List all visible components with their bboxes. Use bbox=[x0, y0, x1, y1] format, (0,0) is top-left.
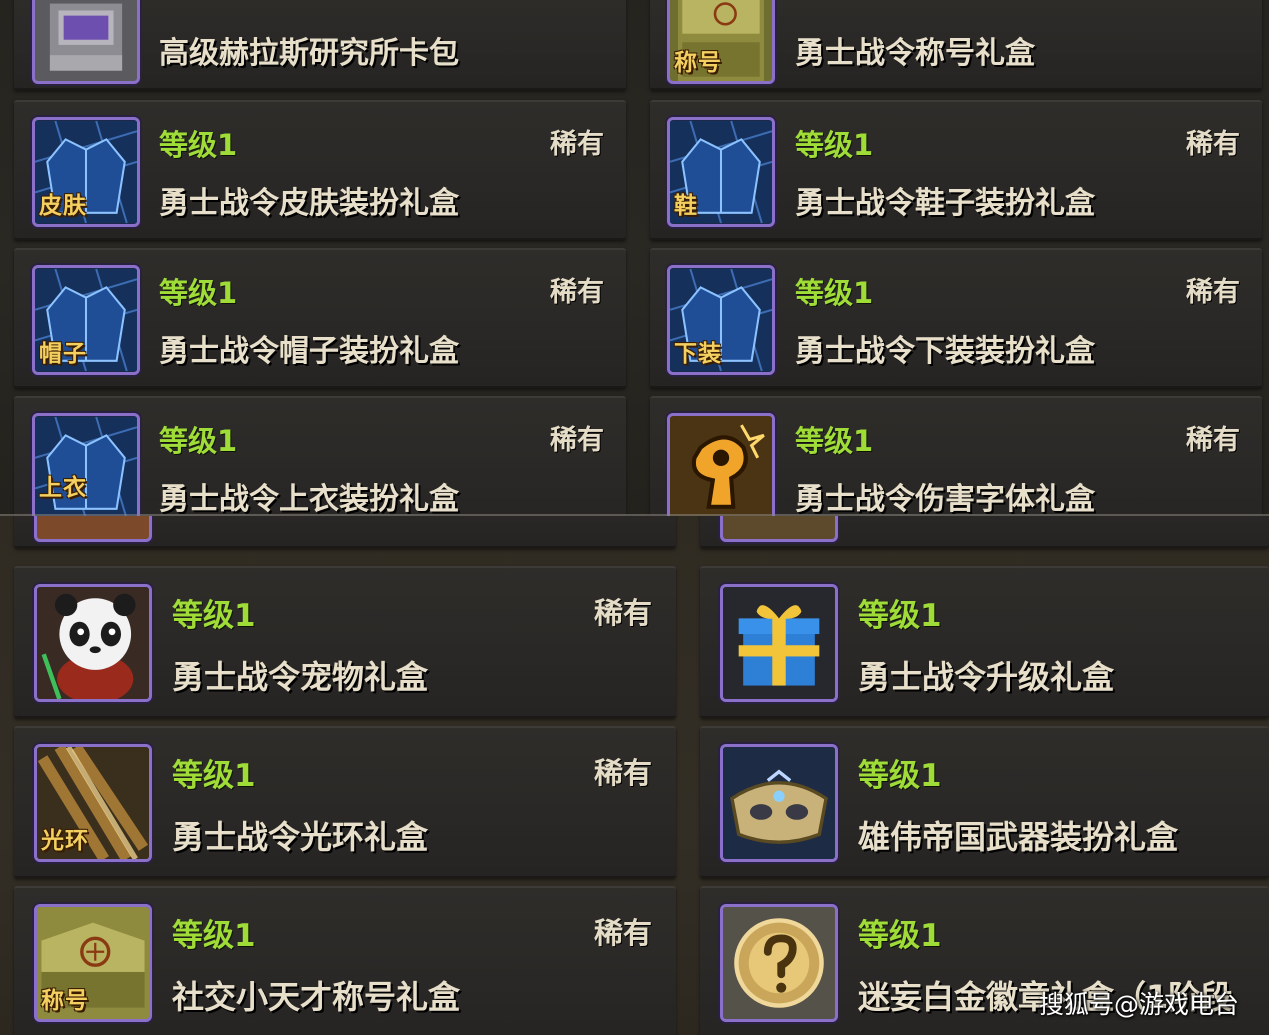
item-tag: 下装 bbox=[674, 341, 722, 367]
panda-pet-icon bbox=[34, 584, 152, 702]
item-icon bbox=[34, 516, 152, 542]
item-name: 勇士战令宠物礼盒 bbox=[172, 658, 429, 696]
reward-item-social-title[interactable]: 称号 等级1 稀有 社交小天才称号礼盒 bbox=[14, 886, 676, 1035]
costume-icon: 鞋 bbox=[667, 117, 775, 227]
question-mark-icon bbox=[720, 904, 838, 1022]
item-name: 勇士战令皮肤装扮礼盒 bbox=[159, 186, 459, 221]
costume-icon: 帽子 bbox=[32, 265, 140, 375]
reward-item-aura[interactable]: 光环 等级1 稀有 勇士战令光环礼盒 bbox=[14, 726, 676, 878]
reward-item-bottoms[interactable]: 下装 等级1 稀有 勇士战令下装装扮礼盒 bbox=[650, 248, 1262, 388]
item-level: 等级1 bbox=[858, 918, 942, 954]
title-box-icon: 称号 bbox=[34, 904, 152, 1022]
item-icon bbox=[720, 516, 838, 542]
reward-item-weapon-avatar[interactable]: 等级1 雄伟帝国武器装扮礼盒 bbox=[700, 726, 1269, 878]
item-rarity: 稀有 bbox=[550, 425, 604, 456]
item-level: 等级1 bbox=[795, 424, 874, 458]
item-tag: 帽子 bbox=[39, 341, 87, 367]
item-level: 等级1 bbox=[172, 598, 256, 634]
gift-box-icon bbox=[720, 584, 838, 702]
item-name: 勇士战令升级礼盒 bbox=[858, 658, 1115, 696]
item-level: 等级1 bbox=[159, 128, 238, 162]
item-name: 勇士战令光环礼盒 bbox=[172, 818, 429, 856]
item-level: 等级1 bbox=[858, 758, 942, 794]
card-pack-icon bbox=[32, 0, 140, 84]
costume-icon: 下装 bbox=[667, 265, 775, 375]
item-tag: 鞋 bbox=[674, 193, 698, 219]
reward-item-upgrade[interactable]: 等级1 勇士战令升级礼盒 bbox=[700, 566, 1269, 718]
reward-item-top[interactable]: 上衣 等级1 稀有 勇士战令上衣装扮礼盒 bbox=[14, 396, 626, 516]
item-level: 等级1 bbox=[159, 276, 238, 310]
item-rarity: 稀有 bbox=[1186, 129, 1240, 160]
item-rarity: 稀有 bbox=[594, 596, 653, 630]
damage-font-icon bbox=[667, 413, 775, 516]
item-name: 雄伟帝国武器装扮礼盒 bbox=[858, 818, 1179, 856]
item-level: 等级1 bbox=[795, 276, 874, 310]
item-name: 勇士战令下装装扮礼盒 bbox=[795, 334, 1095, 369]
item-name: 勇士战令伤害字体礼盒 bbox=[795, 482, 1095, 516]
item-rarity: 稀有 bbox=[550, 277, 604, 308]
reward-item-shoes[interactable]: 鞋 等级1 稀有 勇士战令鞋子装扮礼盒 bbox=[650, 100, 1262, 240]
item-name: 高级赫拉斯研究所卡包 bbox=[159, 36, 459, 71]
item-level: 等级1 bbox=[172, 918, 256, 954]
reward-list-top: 高级赫拉斯研究所卡包 称号 勇士战令称号礼盒 皮肤 等级1 稀有 勇士战令皮肤装… bbox=[0, 0, 1269, 516]
reward-item-title-box[interactable]: 称号 勇士战令称号礼盒 bbox=[650, 0, 1262, 90]
item-rarity: 稀有 bbox=[594, 916, 653, 950]
item-tag: 光环 bbox=[41, 828, 89, 854]
title-box-icon: 称号 bbox=[667, 0, 775, 84]
item-level: 等级1 bbox=[858, 598, 942, 634]
item-rarity: 稀有 bbox=[1186, 425, 1240, 456]
costume-icon: 皮肤 bbox=[32, 117, 140, 227]
item-name: 勇士战令帽子装扮礼盒 bbox=[159, 334, 459, 369]
aura-icon: 光环 bbox=[34, 744, 152, 862]
reward-item-damage-font[interactable]: 等级1 稀有 勇士战令伤害字体礼盒 bbox=[650, 396, 1262, 516]
reward-item-pet[interactable]: 等级1 稀有 勇士战令宠物礼盒 bbox=[14, 566, 676, 718]
item-rarity: 稀有 bbox=[594, 756, 653, 790]
reward-item-partial-right bbox=[700, 516, 1269, 548]
reward-item-hat[interactable]: 帽子 等级1 稀有 勇士战令帽子装扮礼盒 bbox=[14, 248, 626, 388]
item-tag: 皮肤 bbox=[39, 193, 87, 219]
item-name: 勇士战令上衣装扮礼盒 bbox=[159, 482, 459, 516]
item-rarity: 稀有 bbox=[1186, 277, 1240, 308]
item-name: 社交小天才称号礼盒 bbox=[172, 978, 461, 1016]
reward-item-skin[interactable]: 皮肤 等级1 稀有 勇士战令皮肤装扮礼盒 bbox=[14, 100, 626, 240]
item-level: 等级1 bbox=[172, 758, 256, 794]
weapon-chest-icon bbox=[720, 744, 838, 862]
item-tag: 称号 bbox=[674, 50, 722, 76]
item-tag: 称号 bbox=[41, 988, 89, 1014]
item-name: 勇士战令鞋子装扮礼盒 bbox=[795, 186, 1095, 221]
costume-icon: 上衣 bbox=[32, 413, 140, 516]
item-level: 等级1 bbox=[795, 128, 874, 162]
item-level: 等级1 bbox=[159, 424, 238, 458]
reward-item-partial-left bbox=[14, 516, 676, 548]
reward-list-bottom: 等级1 稀有 勇士战令宠物礼盒 等级1 勇士战令升级礼盒 光环 等级1 稀有 勇… bbox=[0, 516, 1269, 1035]
watermark-text: 搜狐号@游戏电台 bbox=[1038, 990, 1239, 1019]
item-rarity: 稀有 bbox=[550, 129, 604, 160]
reward-item-card-pack[interactable]: 高级赫拉斯研究所卡包 bbox=[14, 0, 626, 90]
item-name: 勇士战令称号礼盒 bbox=[795, 36, 1035, 71]
item-tag: 上衣 bbox=[39, 475, 87, 501]
